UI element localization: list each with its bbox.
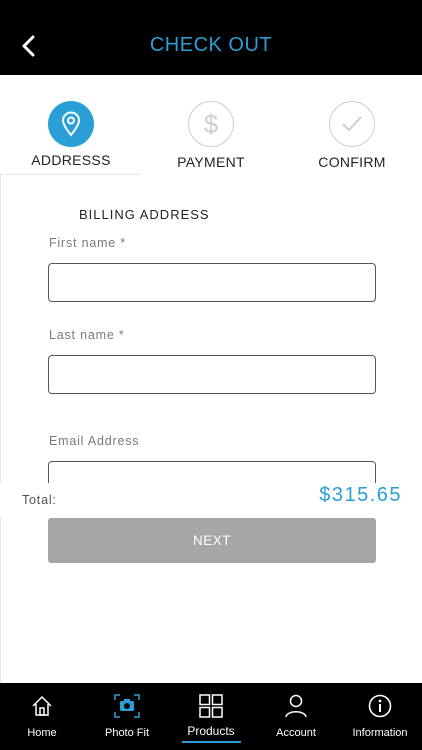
page-title: CHECK OUT	[149, 34, 273, 56]
tab-account-label: Account	[276, 727, 316, 739]
last-name-field[interactable]	[48, 355, 376, 394]
first-name-field[interactable]	[48, 263, 376, 302]
email-label: Email Address	[49, 434, 140, 448]
app-header: CHECK OUT	[0, 0, 422, 75]
total-value: $315.65	[319, 484, 402, 506]
step-confirm[interactable]: CONFIRM	[302, 101, 402, 170]
tab-products[interactable]: Products	[169, 683, 253, 750]
home-icon	[32, 695, 52, 716]
tab-information-label: Information	[352, 727, 408, 739]
step-address[interactable]: ADDRESSS	[21, 101, 121, 168]
info-icon	[368, 694, 392, 718]
step-payment-circle: $	[188, 101, 234, 147]
step-payment-label: PAYMENT	[177, 154, 245, 170]
billing-address-heading: BILLING ADDRESS	[79, 207, 210, 222]
location-pin-icon	[61, 111, 81, 137]
total-bar: Total: $315.65	[0, 483, 422, 517]
tab-home-label: Home	[27, 727, 57, 739]
content-divider	[0, 175, 1, 683]
tab-information[interactable]: Information	[338, 683, 422, 750]
step-confirm-label: CONFIRM	[318, 154, 386, 170]
svg-text:$: $	[204, 110, 219, 138]
bottom-tab-bar: Home Photo Fit Products Account Informat…	[0, 683, 422, 750]
dollar-icon: $	[204, 110, 219, 138]
checkmark-icon	[342, 116, 362, 132]
camera-icon	[114, 694, 140, 718]
step-confirm-circle	[329, 101, 375, 147]
last-name-label: Last name *	[49, 328, 125, 342]
tab-photo-fit-label: Photo Fit	[104, 727, 150, 739]
first-name-label: First name *	[49, 236, 126, 250]
step-payment[interactable]: $ PAYMENT	[161, 101, 261, 170]
step-address-label: ADDRESSS	[31, 152, 111, 168]
tab-photo-fit[interactable]: Photo Fit	[85, 683, 169, 750]
checkout-steps: ADDRESSS $ PAYMENT CONFIRM	[0, 75, 422, 175]
tab-account[interactable]: Account	[254, 683, 338, 750]
person-icon	[285, 694, 307, 718]
tab-home[interactable]: Home	[0, 683, 84, 750]
step-address-circle	[48, 101, 94, 147]
grid-icon	[199, 694, 223, 718]
next-button[interactable]: NEXT	[48, 518, 376, 563]
tab-products-label: Products	[187, 724, 235, 738]
total-label: Total:	[22, 493, 57, 507]
active-tab-indicator	[182, 741, 241, 743]
active-step-underline	[0, 174, 140, 175]
